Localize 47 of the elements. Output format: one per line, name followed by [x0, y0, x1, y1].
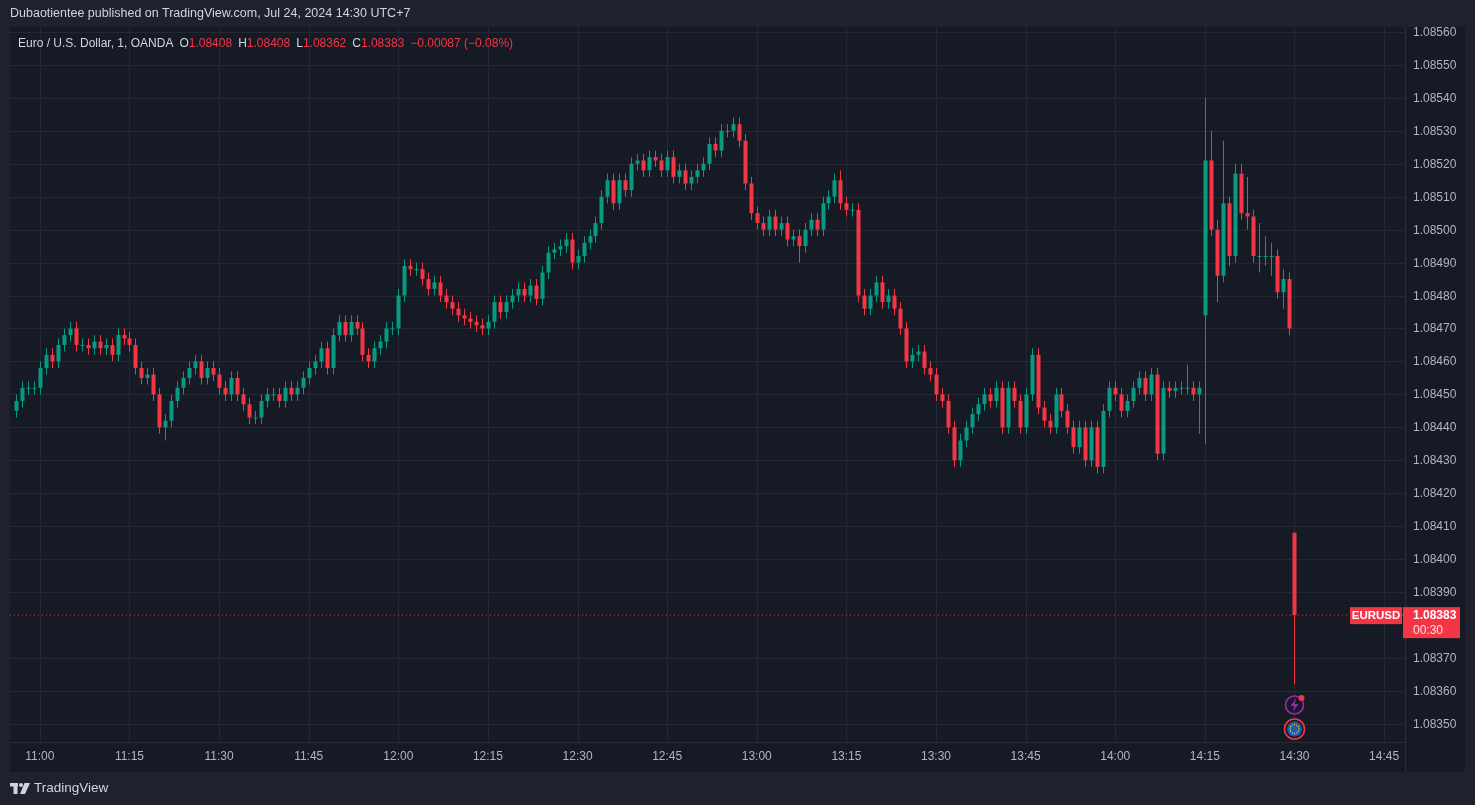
symbol-tag: EURUSD	[1350, 607, 1402, 625]
time-axis-label: 13:45	[1010, 749, 1041, 763]
price-axis-label: 1.08550	[1413, 57, 1457, 72]
time-axis-label: 12:30	[562, 749, 593, 763]
price-axis-label: 1.08410	[1413, 519, 1457, 534]
ohlc-value: O1.08408	[179, 36, 233, 50]
time-axis-label: 11:30	[204, 749, 234, 763]
time-axis-label: 11:15	[114, 749, 145, 763]
time-axis-label: 13:00	[741, 749, 772, 763]
price-axis-label: 1.08370	[1413, 651, 1457, 665]
price-axis-label: 1.08400	[1413, 552, 1457, 567]
time-axis-label: 14:30	[1279, 749, 1310, 763]
symbol-title: Euro / U.S. Dollar, 1, OANDA	[18, 36, 174, 50]
price-axis-label: 1.08520	[1413, 156, 1457, 171]
price-axis-label: 1.08360	[1413, 683, 1457, 698]
price-axis-label: 1.08470	[1413, 321, 1457, 336]
price-axis-label: 1.08460	[1413, 354, 1457, 369]
price-axis-label: 1.08390	[1413, 585, 1457, 600]
price-axis-label: 1.08500	[1413, 222, 1457, 237]
time-axis-label: 14:45	[1369, 749, 1400, 763]
time-axis-label: 14:15	[1189, 749, 1220, 763]
price-axis-label: 1.08530	[1413, 123, 1457, 138]
price-change: −0.00087 (−0.08%)	[410, 36, 514, 50]
price-axis-label: 1.08440	[1413, 420, 1457, 435]
price-axis-label: 1.08480	[1413, 288, 1457, 303]
price-axis-label: 1.08540	[1413, 90, 1457, 105]
time-axis-label: 11:45	[294, 749, 324, 763]
price-axis-label: 1.08560	[1413, 27, 1457, 39]
ohlc-value: H1.08408	[238, 36, 291, 50]
price-axis-label: 1.08450	[1413, 387, 1457, 402]
ohlc-value: C1.08383	[352, 36, 405, 50]
time-axis-label: 12:45	[652, 749, 683, 763]
price-axis-label: 1.08420	[1413, 486, 1457, 501]
ohlc-value: L1.08362	[296, 36, 347, 50]
time-axis-label: 14:00	[1100, 749, 1131, 763]
price-axis-label: 1.08510	[1413, 189, 1457, 204]
time-axis-label: 13:15	[831, 749, 862, 763]
time-axis-label: 12:15	[472, 749, 503, 763]
price-axis-label: 1.08350	[1413, 716, 1457, 731]
time-axis-label: 12:00	[383, 749, 414, 763]
price-axis-label: 1.08430	[1413, 453, 1457, 468]
time-axis-label: 13:30	[921, 749, 952, 763]
publisher-caption: Dubaotientee published on TradingView.com, Jul 24, 2024 14:30 UTC+7	[9, 5, 412, 22]
brand-name: TradingView	[34, 779, 109, 798]
price-axis-label: 1.08490	[1413, 255, 1457, 270]
time-axis-label: 11:00	[25, 749, 55, 763]
price-tag: 1.08383 00:30	[1403, 607, 1460, 639]
